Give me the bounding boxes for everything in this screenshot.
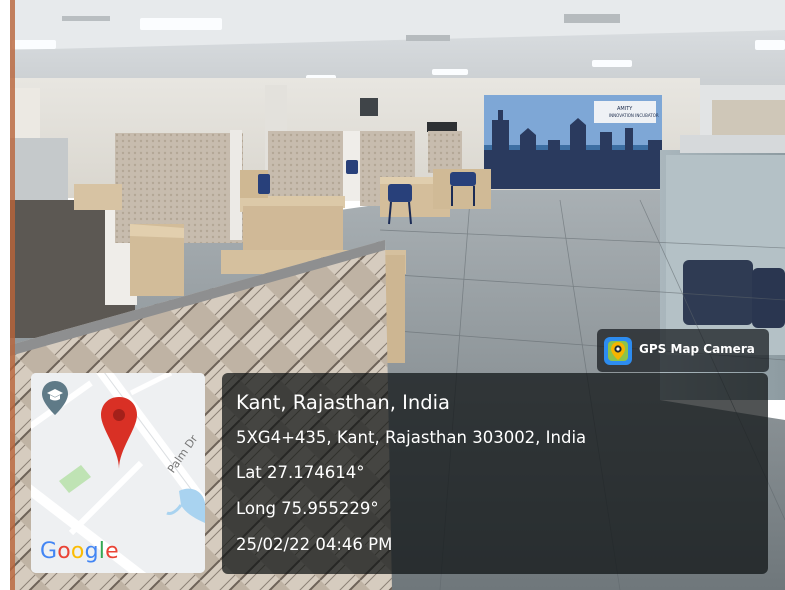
svg-text:INNOVATION INCUBATOR: INNOVATION INCUBATOR [609, 113, 659, 118]
address-text: 5XG4+435, Kant, Rajasthan 303002, India [236, 428, 587, 447]
latitude-text: Lat 27.174614° [236, 463, 365, 482]
mini-map: Palm Dr Google [31, 373, 205, 573]
photo-frame: AMITY INNOVATION INCUBATOR GPS Map Camer… [0, 0, 785, 590]
google-logo-letter: o [70, 539, 85, 564]
app-name: GPS Map Camera [639, 342, 755, 356]
place-title: Kant, Rajasthan, India [236, 391, 450, 414]
google-logo-letter: G [40, 539, 58, 564]
svg-text:AMITY: AMITY [617, 106, 633, 112]
google-logo-letter: g [84, 539, 99, 564]
app-badge: GPS Map Camera [597, 329, 769, 372]
datetime-text: 25/02/22 04:46 PM [236, 535, 393, 554]
google-logo: Google [40, 539, 119, 564]
camera-pin-icon [604, 337, 632, 365]
longitude-text: Long 75.955229° [236, 499, 379, 518]
location-info-card: Kant, Rajasthan, India 5XG4+435, Kant, R… [222, 373, 768, 574]
google-logo-letter: o [57, 539, 71, 564]
google-logo-letter: e [105, 539, 119, 564]
